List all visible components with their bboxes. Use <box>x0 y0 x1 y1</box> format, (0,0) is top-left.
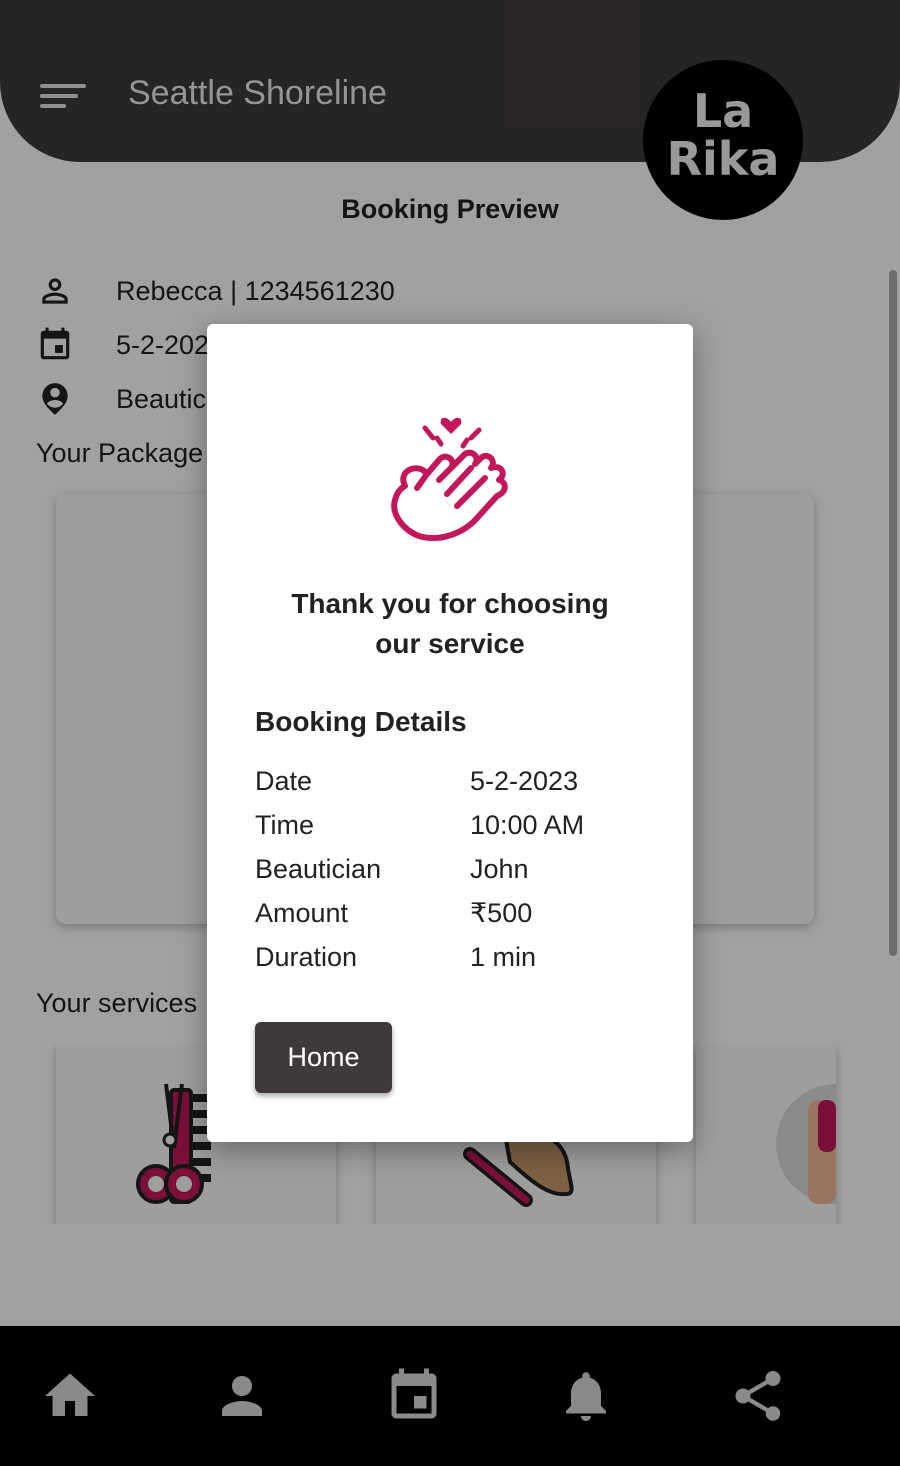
detail-label: Amount <box>255 898 349 928</box>
detail-value: 1 min <box>470 942 537 972</box>
home-button[interactable]: Home <box>255 1022 392 1093</box>
thank-you-message: Thank you for choosing our service <box>247 584 653 664</box>
detail-label: Time <box>255 810 314 840</box>
clapping-hands-icon <box>391 417 508 541</box>
detail-value: 10:00 AM <box>470 810 585 840</box>
booking-confirmation-dialog: Thank you for choosing our service Booki… <box>207 324 693 1142</box>
detail-label: Duration <box>255 942 358 972</box>
detail-row-amount: Amount ₹500 <box>255 898 655 934</box>
detail-row-time: Time 10:00 AM <box>255 810 655 846</box>
detail-row-date: Date 5-2-2023 <box>255 766 655 802</box>
thank-you-line1: Thank you for choosing <box>291 588 609 619</box>
nav-home[interactable] <box>40 1366 100 1426</box>
detail-row-duration: Duration 1 min <box>255 942 655 978</box>
thank-you-line2: our service <box>375 628 525 659</box>
nav-share[interactable] <box>728 1366 788 1426</box>
detail-value: ₹500 <box>470 898 533 928</box>
booking-details-heading: Booking Details <box>255 706 467 737</box>
bell-icon <box>566 1372 606 1421</box>
person-icon <box>222 1376 262 1416</box>
detail-value: John <box>470 854 529 884</box>
detail-label: Date <box>255 766 313 796</box>
detail-value: 5-2-2023 <box>470 766 579 796</box>
nav-profile[interactable] <box>212 1366 272 1426</box>
detail-label: Beautician <box>255 854 382 884</box>
home-icon <box>45 1373 95 1416</box>
detail-row-beautician: Beautician John <box>255 854 655 890</box>
bottom-navigation <box>0 1326 900 1466</box>
share-icon <box>735 1371 781 1421</box>
calendar-icon <box>391 1368 437 1419</box>
nav-bookings[interactable] <box>384 1366 444 1426</box>
nav-notifications[interactable] <box>556 1366 616 1426</box>
